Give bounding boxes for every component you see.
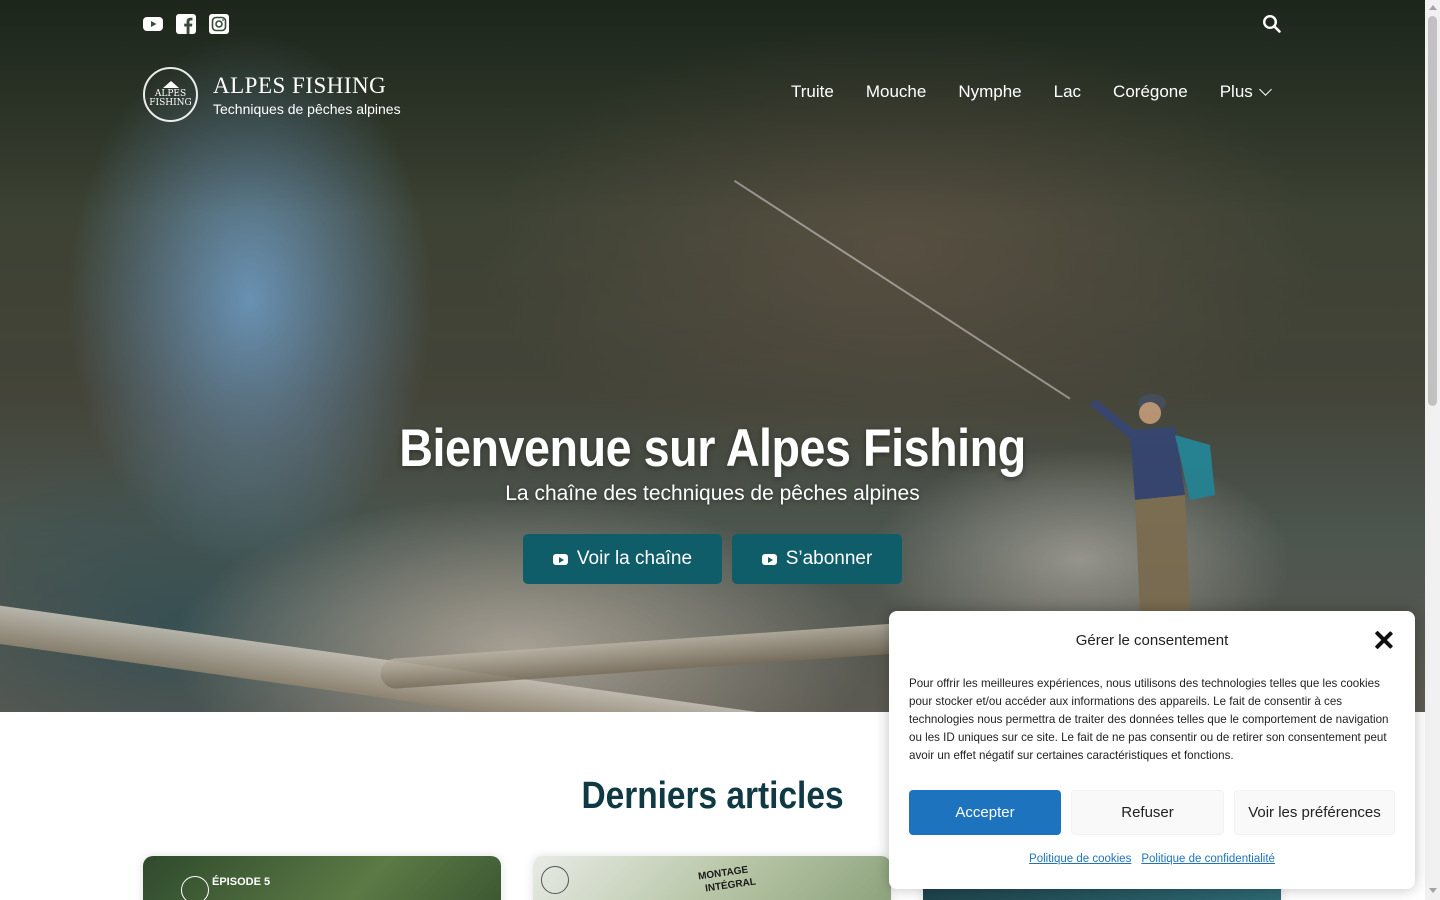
subscribe-label: S’abonner [785, 548, 873, 569]
instagram-icon[interactable] [209, 14, 229, 34]
site-tagline: Techniques de pêches alpines [213, 100, 401, 117]
hero-title: Bienvenue sur Alpes Fishing [399, 419, 1026, 478]
accept-button[interactable]: Accepter [909, 790, 1061, 835]
logo-text-line2: FISHING [149, 98, 192, 108]
consent-links: Politique de cookies Politique de confid… [889, 853, 1415, 865]
page-scrollbar[interactable] [1425, 0, 1440, 900]
nav-item-mouche[interactable]: Mouche [850, 82, 942, 102]
close-icon[interactable] [1374, 630, 1394, 650]
channel-badge-icon [181, 876, 209, 900]
article-card[interactable]: MONTAGE INTÉGRAL [533, 856, 891, 900]
view-channel-button[interactable]: Voir la chaîne [523, 534, 722, 584]
view-channel-label: Voir la chaîne [576, 548, 693, 569]
nav-item-plus[interactable]: Plus [1204, 82, 1286, 102]
brand-text: ALPES FISHING Techniques de pêches alpin… [213, 73, 401, 117]
refuse-button[interactable]: Refuser [1071, 790, 1224, 835]
nav-item-coregone[interactable]: Corégone [1097, 82, 1204, 102]
subscribe-button[interactable]: S’abonner [732, 534, 902, 584]
main-nav: Truite Mouche Nymphe Lac Corégone Plus [775, 82, 1286, 102]
channel-badge-icon [541, 866, 569, 894]
consent-description: Pour offrir les meilleures expériences, … [909, 677, 1389, 762]
youtube-icon [552, 553, 568, 565]
card-episode-label: ÉPISODE 5 [212, 876, 271, 888]
site-logo[interactable]: ALPES FISHING [143, 67, 198, 122]
scroll-up-arrow-icon[interactable] [1429, 5, 1437, 10]
nav-item-nymphe[interactable]: Nymphe [942, 82, 1037, 102]
nav-item-truite[interactable]: Truite [775, 82, 850, 102]
nav-item-plus-label: Plus [1219, 82, 1253, 101]
youtube-icon[interactable] [143, 14, 163, 34]
scroll-down-arrow-icon[interactable] [1429, 888, 1437, 893]
cookie-consent-dialog: Gérer le consentement Pour offrir les me… [889, 611, 1415, 889]
search-icon[interactable] [1262, 14, 1282, 34]
site-brand[interactable]: ALPES FISHING ALPES FISHING Techniques d… [143, 67, 401, 122]
social-links [143, 14, 229, 34]
scrollbar-thumb[interactable] [1428, 16, 1437, 406]
consent-title: Gérer le consentement [1075, 632, 1229, 649]
view-preferences-button[interactable]: Voir les préférences [1234, 790, 1395, 835]
mountain-icon [162, 81, 179, 88]
nav-item-lac[interactable]: Lac [1038, 82, 1097, 102]
hero-subtitle: La chaîne des techniques de pêches alpin… [505, 482, 920, 505]
site-name[interactable]: ALPES FISHING [213, 73, 401, 99]
facebook-icon[interactable] [176, 14, 196, 34]
chevron-down-icon [1258, 83, 1272, 96]
cookie-policy-link[interactable]: Politique de cookies [1029, 853, 1131, 865]
article-card[interactable]: ÉPISODE 5 [143, 856, 501, 900]
privacy-policy-link[interactable]: Politique de confidentialité [1141, 853, 1275, 865]
youtube-icon [761, 553, 777, 565]
